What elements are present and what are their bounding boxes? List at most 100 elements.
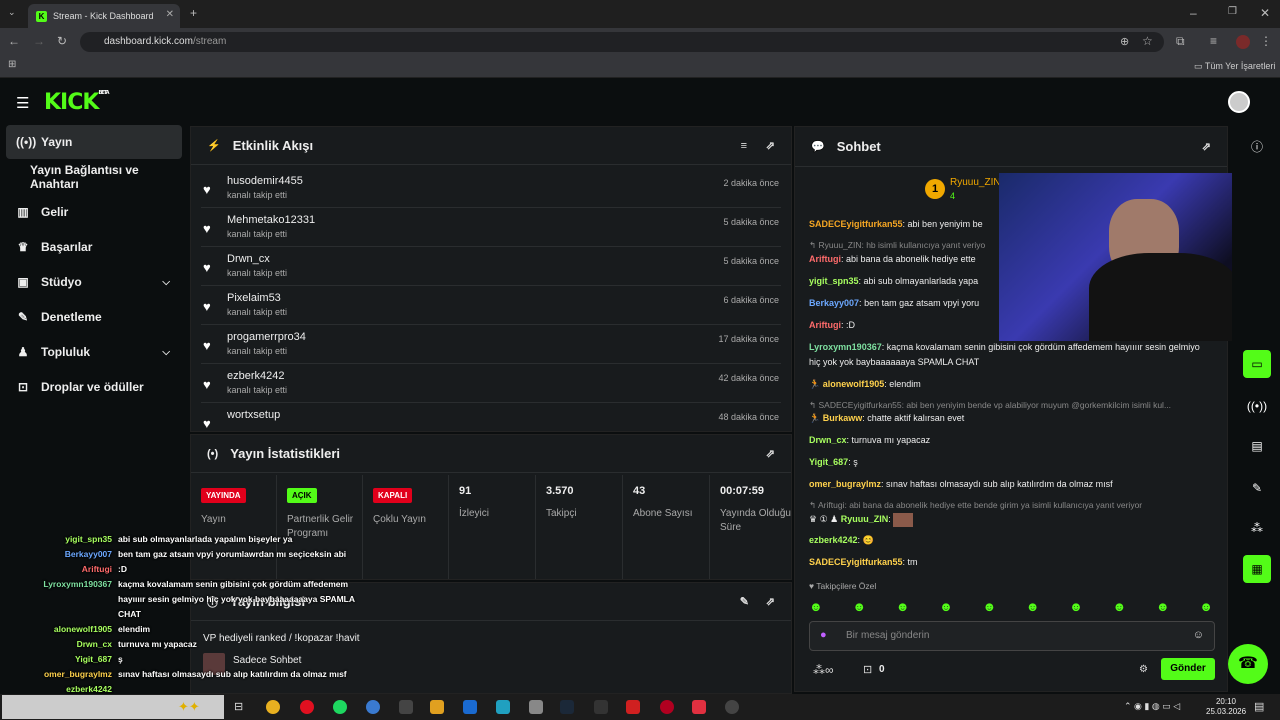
- app-icon[interactable]: [366, 700, 380, 714]
- app-icon[interactable]: [496, 700, 510, 714]
- send-button[interactable]: Gönder: [1161, 658, 1215, 680]
- activity-user[interactable]: ezberk4242: [227, 370, 285, 382]
- sidebar-item-denetleme[interactable]: ✎ Denetleme: [6, 300, 182, 334]
- browser-menu-icon[interactable]: ⋮: [1260, 34, 1272, 48]
- chat-username[interactable]: SADECEyigitfurkan55: [809, 219, 903, 229]
- system-tray-icons[interactable]: ⌃ ◉ ▮ ◍ ▭ ◁: [1124, 701, 1180, 712]
- sidebar-item-basarilar[interactable]: ♛ Başarılar: [6, 230, 182, 264]
- calculator-icon[interactable]: [529, 700, 543, 714]
- clock[interactable]: 20:10 25.03.2026: [1206, 697, 1246, 717]
- settings-gear-icon[interactable]: ⚙: [1139, 664, 1148, 675]
- emote-icon[interactable]: ☻: [809, 599, 823, 615]
- sidebar-item-droplar[interactable]: ⊡ Droplar ve ödüller: [6, 370, 182, 404]
- obs-icon[interactable]: [725, 700, 739, 714]
- task-view-icon[interactable]: ⊟: [234, 700, 243, 713]
- mail-icon[interactable]: [463, 700, 477, 714]
- chat-username[interactable]: ezberk4242: [809, 535, 858, 545]
- chrome-icon[interactable]: [266, 700, 280, 714]
- popout-icon[interactable]: ⇗: [766, 447, 775, 460]
- taskbar-search[interactable]: ✦✦: [2, 695, 224, 719]
- chat-username[interactable]: Lyroxymn190367: [809, 342, 882, 352]
- chat-username[interactable]: SADECEyigitfurkan55: [809, 557, 903, 567]
- chat-username[interactable]: yigit_spn35: [809, 276, 859, 286]
- wrench-widget-icon[interactable]: ✎: [1243, 474, 1271, 502]
- mic-icon[interactable]: ●: [820, 629, 827, 641]
- emote-icon[interactable]: ☻: [982, 599, 996, 615]
- window-close-icon[interactable]: ✕: [1260, 6, 1270, 20]
- activity-user[interactable]: Pixelaim53: [227, 292, 281, 304]
- chat-input[interactable]: ● Bir mesaj gönderin ☺: [809, 621, 1215, 651]
- epic-games-icon[interactable]: [594, 700, 608, 714]
- chat-username[interactable]: Berkayy007: [809, 298, 859, 308]
- activity-user[interactable]: Mehmetako12331: [227, 214, 315, 226]
- extensions-icon[interactable]: ⧉: [1176, 34, 1185, 49]
- chat-username[interactable]: Burkaww: [823, 413, 863, 423]
- sidebar-item-topluluk[interactable]: ♟ Topluluk ⌵: [6, 335, 182, 369]
- forward-icon[interactable]: →: [33, 34, 45, 48]
- sidebar-item-studyo[interactable]: ▣ Stüdyo ⌵: [6, 265, 182, 299]
- emoji-picker-icon[interactable]: ☺: [1193, 629, 1204, 641]
- bookmark-star-icon[interactable]: ☆: [1142, 34, 1153, 48]
- filter-icon[interactable]: ≡: [741, 140, 747, 152]
- emote-icon[interactable]: ☻: [1156, 599, 1170, 615]
- valorant-icon[interactable]: [692, 700, 706, 714]
- chat-username[interactable]: omer_bugraylmz: [809, 479, 881, 489]
- kick-logo[interactable]: KICKBETA: [44, 90, 110, 115]
- chat-username[interactable]: Yigit_687: [809, 457, 848, 467]
- emote-icon[interactable]: ☻: [1199, 599, 1213, 615]
- sidebar-item-yayin[interactable]: ((•)) Yayın: [6, 125, 182, 159]
- minimize-icon[interactable]: –: [1190, 6, 1197, 20]
- chat-widget-icon[interactable]: ▭: [1243, 350, 1271, 378]
- media-icon[interactable]: ≡: [1210, 34, 1217, 48]
- back-icon[interactable]: ←: [8, 34, 20, 48]
- popout-icon[interactable]: ⇗: [1202, 140, 1211, 153]
- hamburger-menu-icon[interactable]: ☰: [16, 94, 29, 112]
- browser-tab[interactable]: K Stream - Kick Dashboard ✕: [28, 4, 180, 28]
- clapper-widget-icon[interactable]: ▦: [1243, 555, 1271, 583]
- spotify-icon[interactable]: [333, 700, 347, 714]
- popout-icon[interactable]: ⇗: [766, 595, 775, 608]
- layout-widget-icon[interactable]: ▤: [1243, 432, 1271, 460]
- profile-avatar[interactable]: [1236, 35, 1250, 49]
- chat-username[interactable]: Ariftugi: [809, 320, 841, 330]
- tab-search-icon[interactable]: ⌄: [8, 7, 16, 18]
- sidebar-item-stream-key[interactable]: Yayın Bağlantısı ve Anahtarı: [6, 160, 182, 194]
- activity-user[interactable]: Drwn_cx: [227, 253, 270, 265]
- community-widget-icon[interactable]: ⁂: [1243, 514, 1271, 542]
- support-chat-icon[interactable]: ☎: [1228, 644, 1268, 684]
- new-tab-icon[interactable]: +: [190, 6, 197, 20]
- chat-username[interactable]: Drwn_cx: [809, 435, 847, 445]
- chat-username[interactable]: alonewolf1905: [823, 379, 885, 389]
- opera-icon[interactable]: [300, 700, 314, 714]
- chat-username[interactable]: Ariftugi: [809, 254, 841, 264]
- app-icon[interactable]: [626, 700, 640, 714]
- emote-icon[interactable]: ☻: [896, 599, 910, 615]
- zoom-icon[interactable]: ⊕: [1120, 35, 1129, 48]
- user-avatar[interactable]: [1228, 91, 1250, 113]
- emote-icon[interactable]: ☻: [852, 599, 866, 615]
- chat-username[interactable]: Ryuuu_ZIN: [841, 514, 889, 524]
- activity-user[interactable]: wortxsetup: [227, 409, 280, 421]
- emote-icon[interactable]: ☻: [939, 599, 953, 615]
- apps-grid-icon[interactable]: ⊞: [8, 59, 16, 70]
- activity-user[interactable]: husodemir4455: [227, 175, 303, 187]
- all-bookmarks[interactable]: ▭ Tüm Yer İşaretleri: [1194, 61, 1275, 72]
- file-explorer-icon[interactable]: [430, 700, 444, 714]
- popout-icon[interactable]: ⇗: [766, 139, 775, 152]
- maximize-icon[interactable]: ❐: [1228, 6, 1237, 17]
- sidebar-item-gelir[interactable]: ▥ Gelir: [6, 195, 182, 229]
- opera-gx-icon[interactable]: [660, 700, 674, 714]
- tab-close-icon[interactable]: ✕: [166, 9, 174, 20]
- app-icon[interactable]: [399, 700, 413, 714]
- edit-icon[interactable]: ✎: [740, 595, 749, 608]
- info-icon[interactable]: ⓘ: [1243, 132, 1271, 160]
- address-bar[interactable]: dashboard.kick.com/stream: [80, 32, 1164, 52]
- broadcast-widget-icon[interactable]: ((•)): [1243, 392, 1271, 420]
- activity-user[interactable]: progamerrpro34: [227, 331, 306, 343]
- reload-icon[interactable]: ↻: [57, 34, 67, 48]
- leaderboard-user[interactable]: Ryuuu_ZIN: [950, 177, 1001, 188]
- emote-icon[interactable]: ☻: [1026, 599, 1040, 615]
- notifications-icon[interactable]: ▤: [1254, 700, 1264, 713]
- steam-icon[interactable]: [560, 700, 574, 714]
- emote-icon[interactable]: ☻: [1069, 599, 1083, 615]
